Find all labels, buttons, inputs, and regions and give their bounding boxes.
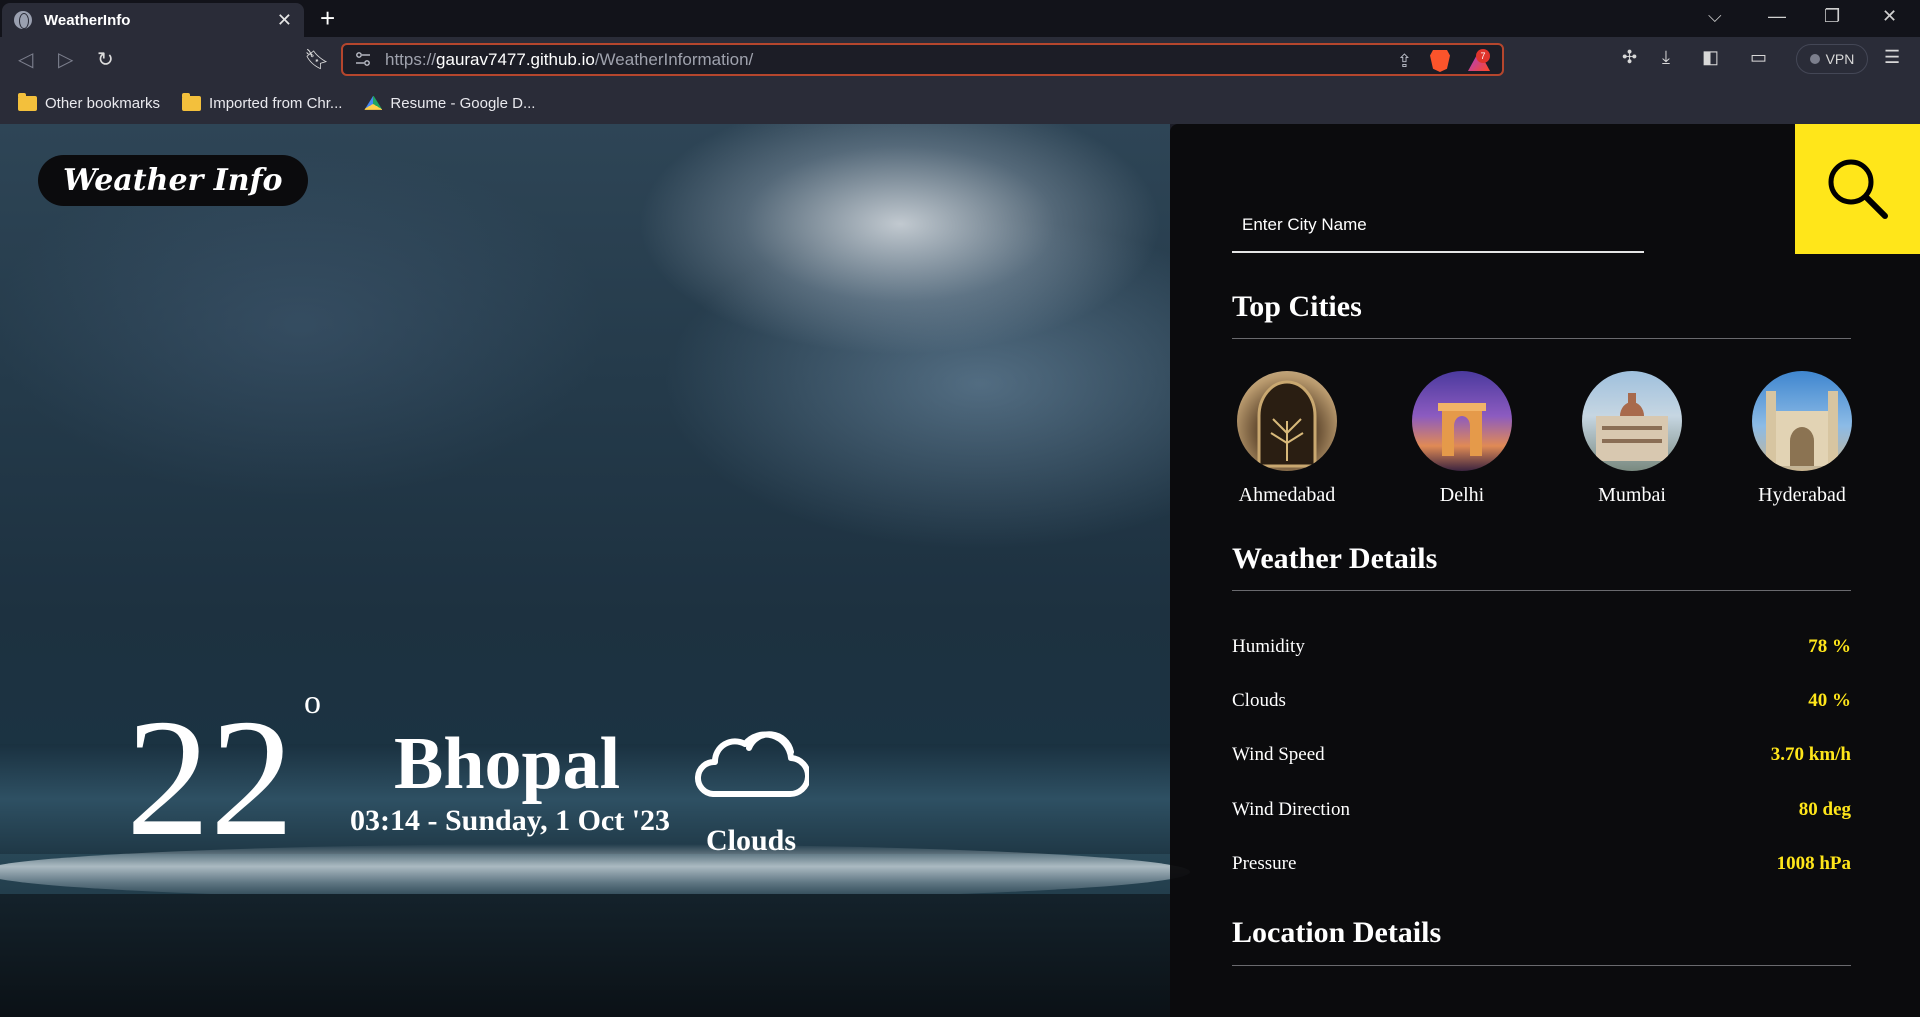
wallet-icon[interactable]: ▭ bbox=[1750, 47, 1767, 68]
detail-row-humidity: Humidity 78 % bbox=[1232, 636, 1851, 658]
new-tab-button[interactable]: + bbox=[320, 4, 335, 32]
close-tab-icon[interactable]: ✕ bbox=[277, 10, 292, 31]
vpn-status-icon bbox=[1809, 54, 1820, 64]
detail-value: 78 % bbox=[1808, 636, 1851, 657]
divider bbox=[1232, 965, 1851, 966]
folder-icon bbox=[18, 93, 37, 111]
brand-logo[interactable]: Weather Info bbox=[38, 155, 308, 206]
condition-text: Clouds bbox=[706, 824, 797, 857]
tab-title: WeatherInfo bbox=[44, 11, 131, 29]
close-window-icon[interactable]: ✕ bbox=[1882, 6, 1897, 27]
city-search-input[interactable] bbox=[1232, 199, 1644, 253]
detail-row-pressure: Pressure 1008 hPa bbox=[1232, 853, 1851, 875]
bookmark-resume[interactable]: Resume - Google D... bbox=[364, 95, 535, 112]
city-card-hyderabad[interactable]: Hyderabad bbox=[1747, 371, 1857, 507]
detail-row-clouds: Clouds 40 % bbox=[1232, 690, 1851, 712]
detail-label: Wind Speed bbox=[1232, 744, 1325, 765]
divider bbox=[1232, 590, 1851, 591]
browser-tab[interactable]: WeatherInfo ✕ bbox=[2, 3, 304, 37]
detail-value: 3.70 km/h bbox=[1770, 744, 1851, 765]
bookmark-icon[interactable]: 🔖︎ bbox=[304, 47, 329, 72]
search-button[interactable] bbox=[1795, 124, 1920, 254]
share-icon[interactable]: ⇪ bbox=[1397, 51, 1412, 72]
web-page: Weather Info 22 o Bhopal 03:14 - Sunday,… bbox=[0, 124, 1920, 1017]
divider bbox=[1232, 338, 1851, 339]
bookmark-other[interactable]: Other bookmarks bbox=[18, 93, 161, 112]
bookmark-label: Resume - Google D... bbox=[390, 95, 536, 112]
url-text: https://gaurav7477.github.io/WeatherInfo… bbox=[385, 49, 754, 69]
detail-label: Wind Direction bbox=[1232, 799, 1350, 820]
top-cities-heading: Top Cities bbox=[1232, 290, 1362, 323]
weather-details-heading: Weather Details bbox=[1232, 542, 1438, 575]
date-time: 03:14 - Sunday, 1 Oct '23 bbox=[350, 804, 671, 837]
bookmark-label: Imported from Chr... bbox=[209, 95, 343, 112]
city-card-delhi[interactable]: Delhi bbox=[1407, 371, 1517, 507]
google-drive-icon bbox=[364, 95, 383, 110]
bookmark-imported[interactable]: Imported from Chr... bbox=[182, 93, 343, 112]
menu-icon[interactable]: ☰ bbox=[1884, 47, 1900, 68]
city-label: Ahmedabad bbox=[1238, 484, 1336, 506]
details-panel: Top Cities Ahmedabad bbox=[1170, 124, 1920, 1017]
detail-value: 80 deg bbox=[1798, 799, 1851, 820]
detail-value: 1008 hPa bbox=[1776, 853, 1851, 874]
city-label: Hyderabad bbox=[1758, 484, 1846, 506]
detail-label: Humidity bbox=[1232, 636, 1305, 657]
degree-symbol: o bbox=[304, 684, 321, 721]
location-details-heading: Location Details bbox=[1232, 916, 1442, 949]
bookmarks-bar: Other bookmarks Imported from Chr... Res… bbox=[0, 83, 1920, 124]
detail-label: Clouds bbox=[1232, 690, 1286, 711]
minimize-icon[interactable]: — bbox=[1768, 6, 1786, 27]
weather-background: Weather Info 22 o Bhopal 03:14 - Sunday,… bbox=[0, 124, 1190, 1017]
tab-search-chevron-icon[interactable]: ⌵ bbox=[1708, 6, 1722, 27]
city-image bbox=[1412, 371, 1512, 471]
back-icon[interactable]: ◁ bbox=[18, 47, 33, 72]
folder-icon bbox=[182, 93, 202, 111]
vpn-button[interactable]: VPN bbox=[1796, 44, 1868, 74]
search-icon bbox=[1828, 159, 1888, 219]
rewards-badge: 7 bbox=[1476, 49, 1490, 63]
extensions-icon[interactable]: ✣ bbox=[1622, 47, 1637, 68]
detail-row-wind-direction: Wind Direction 80 deg bbox=[1232, 799, 1851, 821]
detail-label: Pressure bbox=[1232, 853, 1297, 874]
cloud-icon bbox=[695, 731, 809, 798]
vpn-label: VPN bbox=[1825, 51, 1855, 67]
city-image bbox=[1237, 371, 1337, 471]
detail-value: 40 % bbox=[1808, 690, 1851, 711]
city-image bbox=[1582, 371, 1682, 471]
city-label: Mumbai bbox=[1598, 484, 1666, 506]
tab-strip: WeatherInfo ✕ + ⌵ — ❐ ✕ bbox=[0, 0, 1920, 37]
site-settings-icon[interactable] bbox=[355, 52, 371, 66]
brand-text: Weather Info bbox=[63, 163, 283, 198]
reload-icon[interactable]: ↻ bbox=[97, 47, 114, 72]
restore-icon[interactable]: ❐ bbox=[1824, 6, 1840, 27]
navigation-bar: ◁ ▷ ↻ 🔖︎ https://gaurav7477.github.io/We… bbox=[0, 37, 1920, 83]
sidebar-icon[interactable]: ◧ bbox=[1702, 47, 1719, 68]
city-label: Delhi bbox=[1439, 484, 1485, 506]
brave-shields-icon[interactable] bbox=[1430, 50, 1450, 72]
top-cities-list: Ahmedabad Delhi Mumbai Hyderabad bbox=[1232, 371, 1852, 511]
bookmark-label: Other bookmarks bbox=[45, 95, 161, 112]
globe-icon bbox=[14, 11, 32, 29]
temperature-value: 22 bbox=[126, 685, 294, 871]
shore-layer bbox=[0, 894, 1170, 1017]
city-image bbox=[1752, 371, 1852, 471]
forward-icon[interactable]: ▷ bbox=[58, 47, 73, 72]
city-card-mumbai[interactable]: Mumbai bbox=[1577, 371, 1687, 507]
detail-row-wind-speed: Wind Speed 3.70 km/h bbox=[1232, 744, 1851, 766]
downloads-icon[interactable]: ⤓ bbox=[1662, 47, 1670, 68]
city-card-ahmedabad[interactable]: Ahmedabad bbox=[1232, 371, 1342, 507]
city-name: Bhopal bbox=[394, 723, 621, 805]
address-bar[interactable]: https://gaurav7477.github.io/WeatherInfo… bbox=[341, 43, 1504, 76]
